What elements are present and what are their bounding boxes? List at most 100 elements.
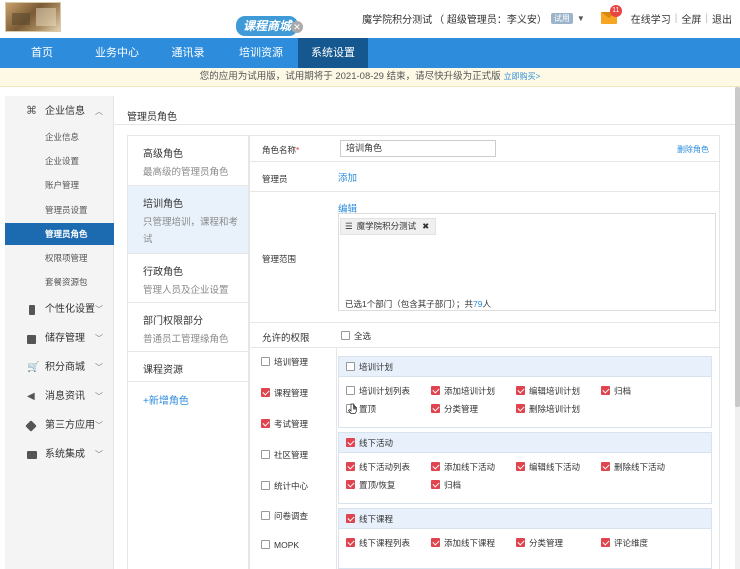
sidebar-group-messages[interactable]: ◀ 消息资讯 ﹀ [5, 387, 114, 407]
module-checkbox[interactable]: 课程管理 [261, 387, 308, 399]
remove-tag-icon[interactable]: ✖ [422, 221, 429, 231]
checkbox[interactable] [261, 357, 270, 367]
chevron-down-icon: ﹀ [95, 392, 103, 401]
permission-group-header [339, 357, 711, 377]
sidebar-group-personalize[interactable]: 个性化设置 ﹀ [5, 300, 114, 320]
storage-icon [27, 335, 36, 344]
permission-checkbox[interactable]: 分类管理 [516, 537, 563, 549]
permission-checkbox[interactable]: 分类管理 [431, 403, 478, 415]
checkbox[interactable] [261, 388, 270, 398]
online-study-link[interactable]: 在线学习 [631, 11, 671, 26]
sidebar-item-company-settings[interactable]: 企业设置 [5, 150, 114, 172]
logout-link[interactable]: 退出 [712, 11, 732, 26]
permission-checkbox[interactable]: 线下课程列表 [346, 537, 410, 549]
nav-business[interactable]: 业务中心 [88, 38, 146, 68]
permission-checkbox[interactable]: 删除培训计划 [516, 403, 580, 415]
admin-row [250, 162, 719, 192]
org-tree-icon: ☰ [345, 221, 353, 231]
nav-home[interactable]: 首页 [22, 38, 62, 68]
top-bar: 课程商城 ✕ 魔学院积分测试 （ 超级管理员：李义安） 试用 ▼ 11 在线学习… [0, 0, 740, 38]
permission-checkbox[interactable]: 编辑线下活动 [516, 461, 580, 473]
sidebar-item-account[interactable]: 账户管理 [5, 174, 114, 196]
role-item[interactable]: 课程资源 [128, 352, 248, 382]
role-list: 高级角色 最高级的管理员角色 培训角色 只管理培训，课程和考试 行政角色 管理人… [127, 135, 249, 569]
caret-down-icon[interactable]: ▼ [577, 14, 585, 23]
checkbox[interactable] [261, 481, 270, 491]
group-checkbox[interactable]: 线下活动 [346, 437, 393, 449]
scope-summary: 已选1个部门（包含其子部门）；共79人 [345, 299, 491, 309]
permissions-label: 允许的权限 [262, 333, 310, 344]
mail-count-badge: 11 [609, 5, 622, 17]
permission-checkbox[interactable]: 添加线下活动 [431, 461, 495, 473]
sidebar-item-permissions[interactable]: 权限项管理 [5, 247, 114, 269]
divider: | [674, 12, 678, 24]
checkbox[interactable] [261, 450, 270, 460]
chevron-down-icon: ﹀ [95, 305, 103, 314]
checkbox[interactable] [261, 419, 270, 429]
company-logo[interactable] [5, 2, 61, 32]
permission-checkbox[interactable]: 添加培训计划 [431, 385, 495, 397]
notice-text: 您的应用为试用版，试用期将于 2021-08-29 结束，请尽快升级为正式版 [199, 71, 501, 82]
integration-icon [27, 451, 37, 459]
permission-checkbox[interactable]: 评论维度 [601, 537, 648, 549]
module-checkbox[interactable]: 社区管理 [261, 449, 308, 461]
sidebar-item-admin-settings[interactable]: 管理员设置 [5, 199, 114, 221]
mail-icon[interactable]: 11 [600, 5, 622, 24]
module-checkbox[interactable]: MOPK [261, 540, 299, 550]
delete-role-link[interactable]: 删除角色 [677, 144, 709, 155]
trial-badge: 试用 [550, 12, 573, 24]
nav-settings[interactable]: 系统设置 [298, 38, 368, 68]
role-name-input[interactable]: 培训角色 [340, 140, 496, 157]
sidebar-group-storage[interactable]: 储存管理 ﹀ [5, 329, 114, 349]
checkbox[interactable] [261, 511, 270, 521]
sidebar-item-company-info[interactable]: 企业信息 [5, 126, 114, 148]
permission-checkbox[interactable]: 线下活动列表 [346, 461, 410, 473]
permission-checkbox[interactable]: 培训计划列表 [346, 385, 410, 397]
select-all-checkbox[interactable]: 全选 [341, 330, 371, 342]
module-checkbox[interactable]: 考试管理 [261, 418, 308, 430]
course-mall-button[interactable]: 课程商城 [236, 16, 299, 36]
group-checkbox[interactable]: 线下课程 [346, 513, 393, 525]
permission-group-header [339, 509, 711, 529]
admin-info: （ 超级管理员：李义安） [434, 14, 547, 26]
role-name-label: 角色名称* [262, 145, 300, 155]
chevron-down-icon: ﹀ [95, 334, 103, 343]
permission-checkbox[interactable]: 添加线下课程 [431, 537, 495, 549]
scrollbar-thumb[interactable] [735, 87, 740, 407]
nav-training[interactable]: 培训资源 [233, 38, 289, 68]
module-checkbox[interactable]: 培训管理 [261, 356, 308, 368]
sidebar-item-admin-roles[interactable]: 管理员角色 [5, 223, 114, 245]
role-item[interactable]: 部门权限部分 普通员工管理缘角色 [128, 303, 248, 352]
checkbox[interactable] [261, 540, 270, 550]
add-admin-link[interactable]: 添加 [338, 170, 357, 184]
module-checkbox[interactable]: 问卷调查 [261, 510, 308, 522]
permission-checkbox[interactable]: 编辑培训计划 [516, 385, 580, 397]
sidebar-group-third-party[interactable]: 第三方应用 ﹀ [5, 416, 114, 436]
main-nav: 首页 业务中心 通讯录 培训资源 系统设置 [0, 38, 740, 68]
close-icon[interactable]: ✕ [291, 21, 303, 33]
sidebar-group-points-mall[interactable]: 🛒 积分商城 ﹀ [5, 358, 114, 378]
permission-checkbox[interactable]: 置顶/恢复 [346, 479, 395, 491]
scope-tag: ☰ 魔学院积分测试 ✖ [340, 218, 437, 235]
permission-checkbox[interactable]: 归档 [601, 385, 631, 397]
permission-checkbox[interactable]: 归档 [431, 479, 461, 491]
fullscreen-link[interactable]: 全屏 [681, 11, 701, 26]
phone-icon [29, 305, 35, 315]
sidebar-item-packages[interactable]: 套餐资源包 [5, 271, 114, 293]
add-role-button[interactable]: +新增角色 [143, 392, 189, 407]
permission-checkbox[interactable]: 删除线下活动 [601, 461, 665, 473]
role-item-active[interactable]: 培训角色 只管理培训，课程和考试 [128, 186, 248, 254]
nav-contacts[interactable]: 通讯录 [166, 38, 210, 68]
role-item[interactable]: 高级角色 最高级的管理员角色 [128, 136, 248, 186]
buy-now-link[interactable]: 立即购买> [504, 72, 541, 81]
mouse-cursor-icon [348, 403, 357, 414]
chevron-down-icon: ﹀ [95, 421, 103, 430]
group-checkbox[interactable]: 培训计划 [346, 361, 393, 373]
module-checkbox[interactable]: 统计中心 [261, 480, 308, 492]
role-item[interactable]: 行政角色 管理人员及企业设置 [128, 254, 248, 303]
org-name[interactable]: 魔学院积分测试 [362, 11, 432, 26]
sidebar-group-integration[interactable]: 系统集成 ﹀ [5, 445, 114, 465]
admin-label: 管理员 [262, 174, 288, 184]
chevron-down-icon: ﹀ [95, 450, 103, 459]
sidebar-group-company[interactable]: ⌘ 企业信息 ︿ [5, 102, 114, 122]
